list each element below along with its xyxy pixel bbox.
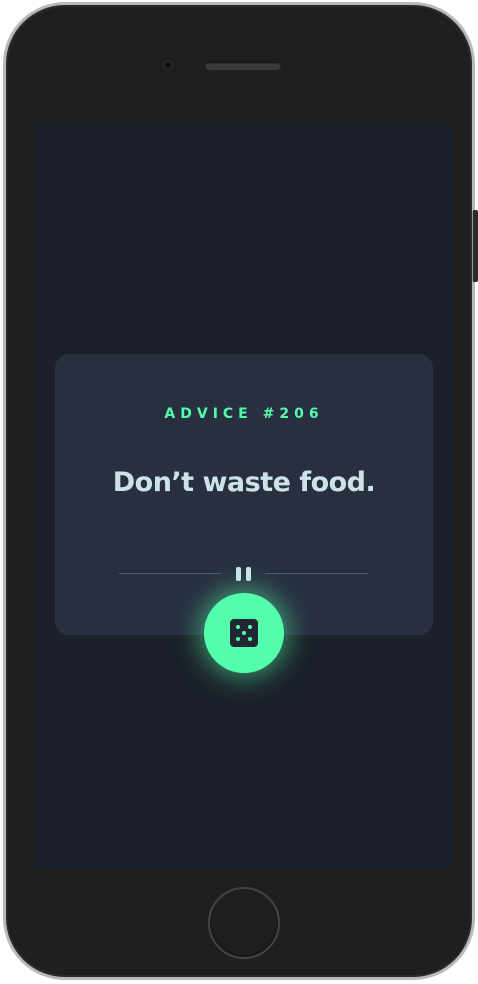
earpiece-speaker bbox=[205, 62, 281, 70]
app-screen: ADVICE #206 Don’t waste food. bbox=[34, 121, 453, 869]
divider-line-right bbox=[265, 573, 368, 574]
front-camera bbox=[164, 61, 172, 69]
new-advice-button[interactable] bbox=[204, 593, 284, 673]
dice-icon bbox=[230, 619, 258, 647]
home-button[interactable] bbox=[208, 887, 280, 959]
side-button[interactable] bbox=[472, 210, 478, 282]
divider-line-left bbox=[119, 573, 221, 574]
phone-frame: ADVICE #206 Don’t waste food. bbox=[3, 2, 475, 980]
pause-icon bbox=[236, 567, 252, 581]
advice-id-label: ADVICE #206 bbox=[164, 406, 324, 422]
divider bbox=[55, 567, 433, 581]
advice-quote: Don’t waste food. bbox=[112, 467, 376, 498]
